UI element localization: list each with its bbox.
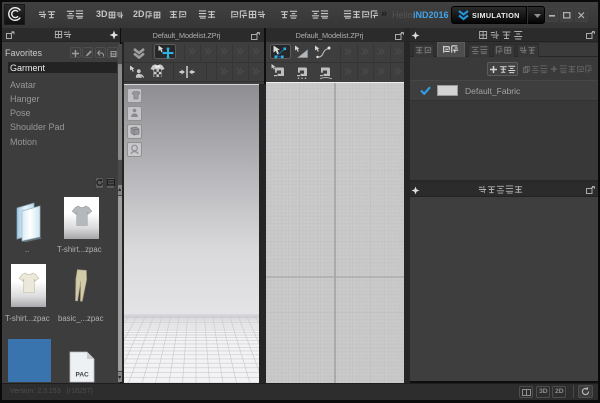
svg-text:PAC: PAC	[76, 372, 90, 379]
